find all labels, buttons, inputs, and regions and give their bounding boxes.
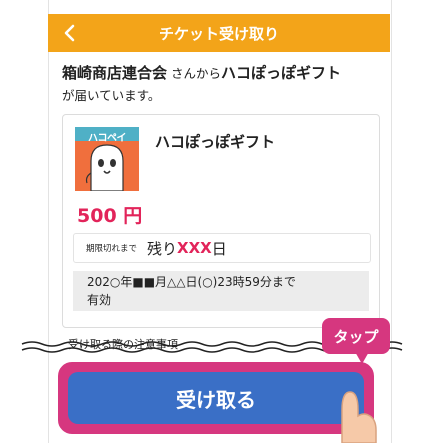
- remaining-unit: 日: [211, 239, 227, 258]
- hakopay-logo: ハコペイ: [75, 127, 139, 191]
- remaining-value: XXX: [177, 239, 212, 257]
- notice-link[interactable]: 受け取る際の注意事項: [68, 336, 178, 352]
- tap-callout-tail: [354, 350, 370, 364]
- ticket-card: ハコペイ ハコぽっぽギフト 500 円 期限切れまで 残り XXX 日 202○…: [62, 114, 380, 328]
- remaining-label: 期限切れまで: [86, 244, 138, 254]
- message-middle: さんから: [167, 66, 221, 81]
- expiry-box: 202○年■■月△△日(○)23時59分まで 有効: [73, 271, 369, 311]
- remaining-prefix: 残り: [147, 239, 178, 258]
- remaining-days-box: 期限切れまで 残り XXX 日: [73, 233, 371, 263]
- message-tail: が届いています。: [62, 88, 161, 103]
- message-gift-name: ハコぽっぽギフト: [221, 64, 342, 82]
- expiry-date: 202○年■■月△△日(○)23時59分まで: [87, 275, 296, 289]
- logo-text: ハコペイ: [88, 133, 127, 144]
- app-header: チケット受け取り: [48, 14, 390, 52]
- tap-label: タップ: [333, 327, 379, 346]
- page-title: チケット受け取り: [158, 24, 279, 43]
- gift-name: ハコぽっぽギフト: [155, 133, 276, 151]
- expiry-valid: 有効: [87, 293, 112, 307]
- back-button[interactable]: [56, 18, 84, 48]
- sender-name: 箱崎商店連合会: [62, 64, 168, 82]
- chevron-left-icon: [64, 24, 75, 42]
- receive-button-label: 受け取る: [176, 387, 256, 412]
- gift-message: 箱崎商店連合会 さんからハコぽっぽギフト が届いています。: [62, 62, 392, 107]
- receive-button[interactable]: 受け取る: [68, 372, 364, 424]
- tap-callout: タップ: [322, 318, 390, 354]
- pointing-hand-icon: [341, 391, 377, 443]
- gift-amount: 500 円: [77, 205, 143, 227]
- receive-button-highlight: 受け取る: [58, 362, 374, 434]
